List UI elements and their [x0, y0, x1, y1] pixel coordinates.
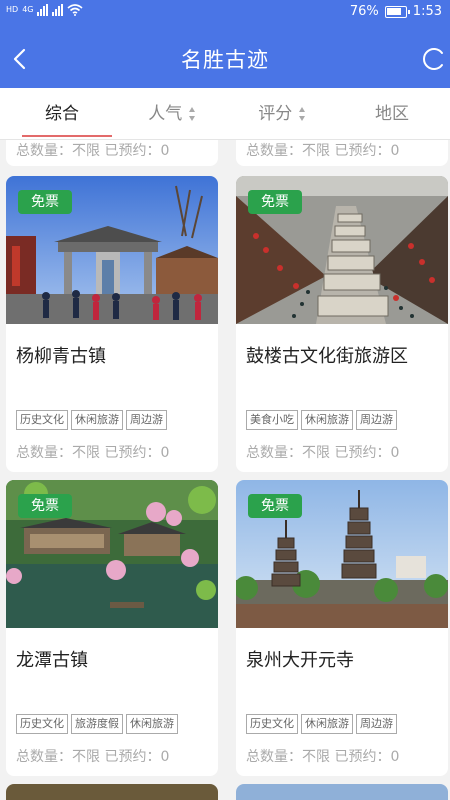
- wifi-icon: [67, 4, 84, 16]
- battery-percent: 76%: [349, 4, 379, 19]
- tab-rating[interactable]: 评分: [226, 88, 338, 140]
- tag: 美食小吃: [246, 410, 298, 430]
- refresh-button[interactable]: [418, 44, 446, 74]
- tag-list: 美食小吃 休闲旅游 周边游: [246, 410, 397, 430]
- tab-comprehensive[interactable]: 综合: [6, 88, 118, 140]
- refresh-icon: [423, 48, 443, 70]
- tab-region[interactable]: 地区: [336, 88, 448, 140]
- tab-label: 综合: [45, 104, 79, 124]
- tag-list: 历史文化 旅游度假 休闲旅游: [16, 714, 178, 734]
- card-stats: 总数量：不限 已预约：0: [16, 143, 170, 159]
- attraction-list[interactable]: 总数量：不限 已预约：0 总数量：不限 已预约：0 免票 杨柳青古镇 历史文化 …: [0, 140, 450, 800]
- network-chip: 4G: [22, 5, 34, 14]
- tab-label: 人气: [148, 104, 183, 124]
- card-stats: 总数量：不限 已预约：0: [246, 445, 400, 461]
- card-title: 泉州大开元寺: [246, 650, 354, 671]
- page-title: 名胜古迹: [181, 48, 269, 72]
- free-ticket-badge: 免票: [248, 190, 302, 214]
- attraction-card-partial[interactable]: [6, 784, 218, 800]
- lake-pavilion-photo: 免票: [6, 480, 218, 628]
- tab-label: 评分: [258, 104, 293, 124]
- signal-icon: [37, 4, 49, 16]
- tag: 周边游: [356, 714, 397, 734]
- tag: 周边游: [356, 410, 397, 430]
- tag: 历史文化: [16, 410, 68, 430]
- tag: 历史文化: [246, 714, 298, 734]
- tag: 休闲旅游: [71, 410, 123, 430]
- tag-list: 历史文化 休闲旅游 周边游: [246, 714, 397, 734]
- attraction-card-partial[interactable]: 总数量：不限 已预约：0: [236, 140, 448, 166]
- tag-list: 历史文化 休闲旅游 周边游: [16, 410, 167, 430]
- attraction-photo-partial: [236, 784, 448, 800]
- attraction-card-partial[interactable]: 总数量：不限 已预约：0: [6, 140, 218, 166]
- free-ticket-badge: 免票: [18, 494, 72, 518]
- hd-chip: HD: [6, 5, 19, 14]
- signal-icon-2: [52, 4, 64, 16]
- card-stats: 总数量：不限 已预约：0: [16, 445, 170, 461]
- tag: 历史文化: [16, 714, 68, 734]
- tab-bar: 综合 人气 评分 地区: [0, 88, 450, 140]
- card-title: 鼓楼古文化街旅游区: [246, 346, 408, 367]
- attraction-photo-partial: [6, 784, 218, 800]
- active-tab-indicator: [22, 135, 112, 137]
- tab-label: 地区: [375, 104, 409, 124]
- tag: 休闲旅游: [126, 714, 178, 734]
- attraction-card[interactable]: 免票 泉州大开元寺 历史文化 休闲旅游 周边游 总数量：不限 已预约：0: [236, 480, 448, 776]
- card-stats: 总数量：不限 已预约：0: [16, 749, 170, 765]
- battery-icon: [384, 5, 410, 18]
- card-title: 杨柳青古镇: [16, 346, 106, 367]
- tag: 旅游度假: [71, 714, 123, 734]
- card-stats: 总数量：不限 已预约：0: [246, 143, 400, 159]
- app-header: HD 4G 76% 1:53 名胜古迹: [0, 0, 450, 88]
- tab-popularity[interactable]: 人气: [116, 88, 228, 140]
- sort-arrows-icon: [188, 107, 195, 121]
- attraction-card[interactable]: 免票 鼓楼古文化街旅游区 美食小吃 休闲旅游 周边游 总数量：不限 已预约：0: [236, 176, 448, 472]
- clock: 1:53: [412, 4, 442, 19]
- card-title: 龙潭古镇: [16, 650, 88, 671]
- attraction-card[interactable]: 免票 杨柳青古镇 历史文化 休闲旅游 周边游 总数量：不限 已预约：0: [6, 176, 218, 472]
- attraction-card[interactable]: 免票 龙潭古镇 历史文化 旅游度假 休闲旅游 总数量：不限 已预约：0: [6, 480, 218, 776]
- tag: 休闲旅游: [301, 714, 353, 734]
- free-ticket-badge: 免票: [18, 190, 72, 214]
- sort-arrows-icon: [298, 107, 305, 121]
- tag: 周边游: [126, 410, 167, 430]
- archway-square-photo: 免票: [6, 176, 218, 324]
- attraction-card-partial[interactable]: [236, 784, 448, 800]
- free-ticket-badge: 免票: [248, 494, 302, 518]
- status-bar: HD 4G 76% 1:53: [0, 0, 450, 26]
- card-stats: 总数量：不限 已预约：0: [246, 749, 400, 765]
- market-street-photo: 免票: [236, 176, 448, 324]
- twin-pagodas-photo: 免票: [236, 480, 448, 628]
- tag: 休闲旅游: [301, 410, 353, 430]
